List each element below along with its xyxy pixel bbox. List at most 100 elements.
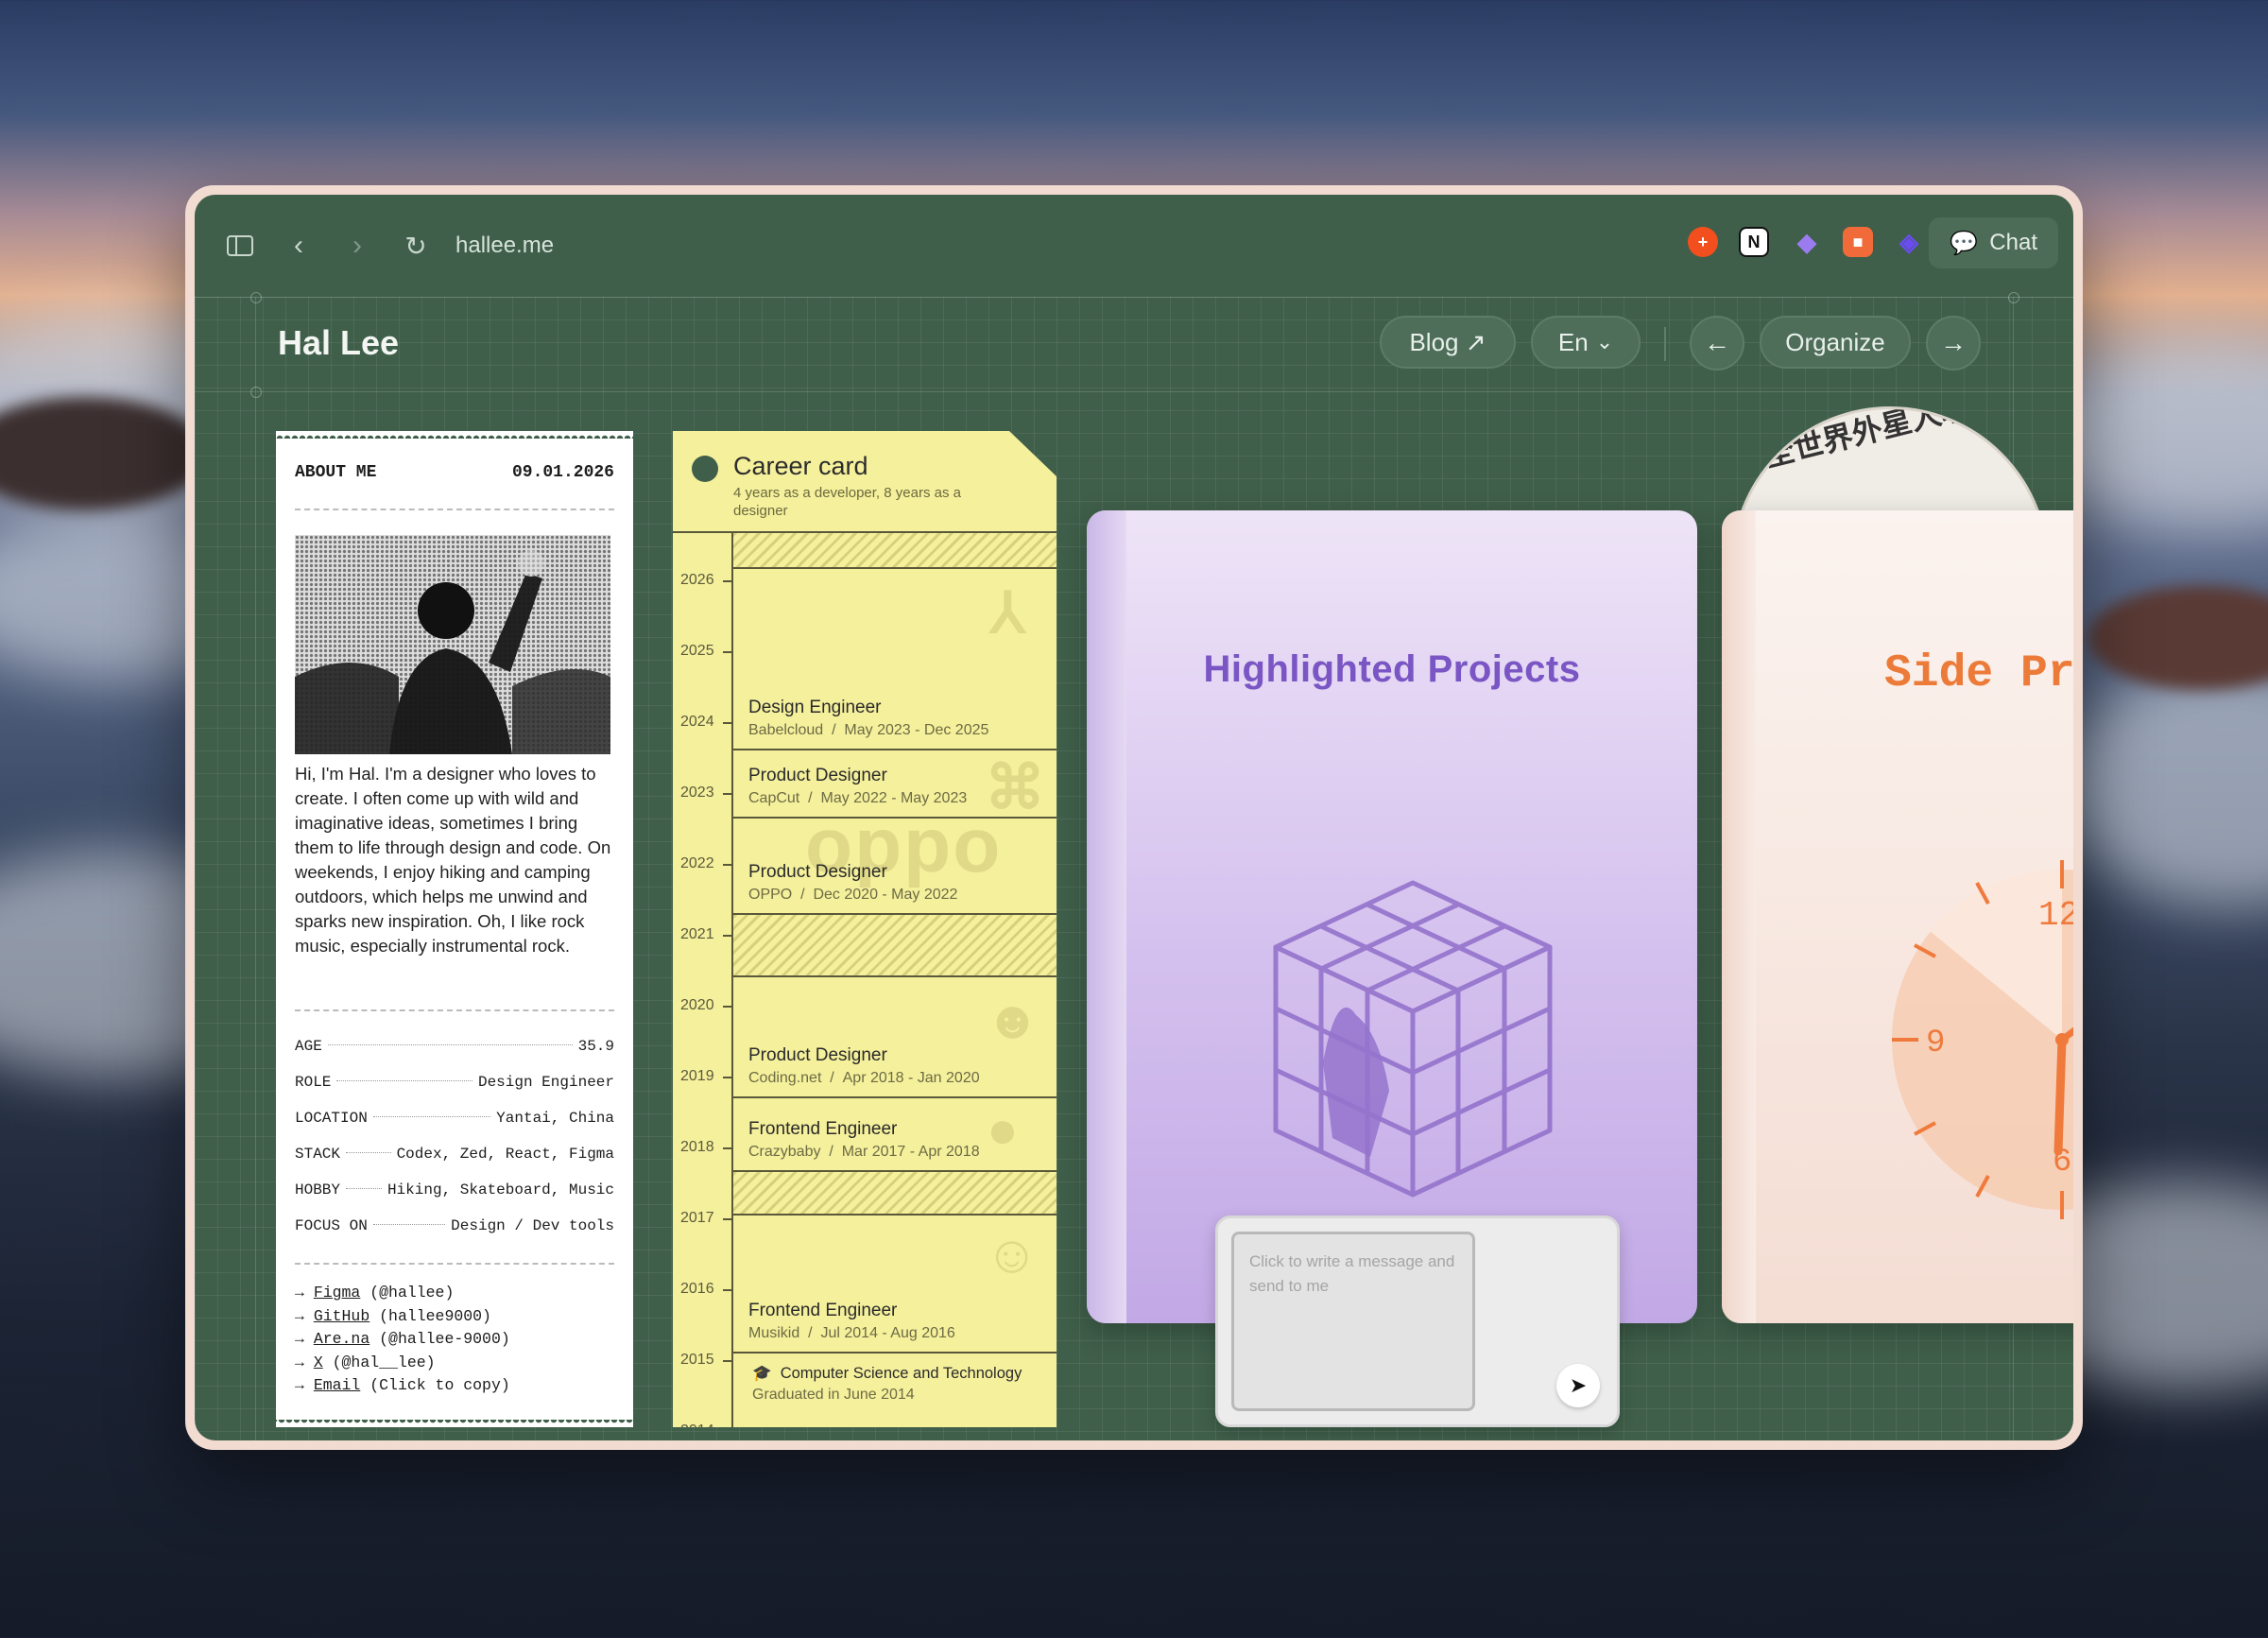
- figma-ext-icon[interactable]: +: [1688, 227, 1718, 257]
- crystal-ext-icon[interactable]: ◆: [1792, 227, 1822, 257]
- about-row-value: Design / Dev tools: [451, 1217, 614, 1234]
- career-job[interactable]: Design Engineer Babelcloud / May 2023 - …: [748, 698, 1047, 739]
- organize-button[interactable]: Organize: [1760, 316, 1911, 369]
- arrow-right-icon: →: [295, 1284, 304, 1302]
- language-select[interactable]: En ⌄: [1531, 316, 1641, 369]
- timeline-year: 2023: [680, 785, 714, 801]
- social-link[interactable]: → Figma (@hallee): [295, 1282, 614, 1305]
- about-row: ROLE Design Engineer: [295, 1064, 614, 1100]
- timeline-year: 2025: [680, 643, 714, 659]
- arrow-right-icon: →: [295, 1353, 304, 1371]
- social-link-name[interactable]: Are.na: [314, 1330, 369, 1348]
- reload-icon[interactable]: ↻: [397, 227, 435, 265]
- timeline-year: 2015: [680, 1352, 714, 1368]
- clock-icon: 12 9 6: [1892, 860, 2073, 1219]
- highlighted-projects-title: Highlighted Projects: [1203, 648, 1581, 690]
- side-projects-title: Side Pro: [1884, 648, 2073, 699]
- about-bio: Hi, I'm Hal. I'm a designer who loves to…: [295, 764, 611, 956]
- chat-bubble-icon: 💬: [1950, 230, 1979, 256]
- about-row-value: 35.9: [577, 1038, 614, 1055]
- career-dot-icon: [692, 456, 718, 482]
- arrow-right-icon: →: [295, 1330, 304, 1348]
- musikid-logo-icon: ☺: [985, 1224, 1040, 1284]
- social-link[interactable]: → Are.na (@hallee-9000): [295, 1328, 614, 1352]
- coding-logo-icon: ☻: [985, 990, 1040, 1049]
- orange-ext-icon[interactable]: ■: [1843, 227, 1873, 257]
- social-links: → Figma (@hallee) → GitHub (hallee9000) → …: [295, 1282, 614, 1398]
- clock-label-12: 12: [2038, 896, 2073, 935]
- profile-photo: [295, 535, 610, 754]
- about-title: ABOUT ME: [295, 463, 377, 482]
- timeline-year: 2016: [680, 1281, 714, 1297]
- career-job[interactable]: Frontend Engineer Crazybaby / Mar 2017 -…: [748, 1119, 1047, 1161]
- message-input[interactable]: [1231, 1232, 1475, 1411]
- linear-ext-icon[interactable]: ◈: [1894, 227, 1924, 257]
- about-row-label: STACK: [295, 1146, 341, 1163]
- about-row-label: AGE: [295, 1038, 322, 1055]
- site-owner-name: Hal Lee: [278, 323, 400, 362]
- clock-label-9: 9: [1926, 1026, 1945, 1061]
- timeline-year: 2026: [680, 572, 714, 588]
- rubiks-cube-icon: [1273, 880, 1553, 1198]
- timeline-year: 2021: [680, 926, 714, 942]
- about-date: 09.01.2026: [511, 463, 614, 482]
- social-link-name[interactable]: GitHub: [314, 1307, 369, 1325]
- about-row-value: Hiking, Skateboard, Music: [387, 1181, 614, 1198]
- arrow-right-icon: →: [295, 1306, 304, 1325]
- about-stats: AGE 35.9 ROLE Design Engineer LOCATION Yantai…: [295, 1028, 614, 1244]
- send-icon: ➤: [1569, 1373, 1588, 1397]
- career-job[interactable]: Frontend Engineer Musikid / Jul 2014 - A…: [748, 1301, 1047, 1342]
- social-link[interactable]: → Email (Click to copy): [295, 1374, 614, 1398]
- career-title: Career card: [733, 452, 868, 480]
- chat-button[interactable]: 💬 Chat: [1929, 217, 2058, 268]
- forward-icon[interactable]: ›: [338, 227, 376, 265]
- sidebar-icon[interactable]: [221, 227, 259, 265]
- notion-ext-icon[interactable]: N: [1739, 227, 1769, 257]
- about-row-label: LOCATION: [295, 1110, 368, 1127]
- career-job[interactable]: Product Designer Coding.net / Apr 2018 -…: [748, 1045, 1047, 1087]
- highlighted-projects-card[interactable]: Highlighted Projects: [1087, 510, 1697, 1323]
- about-me-card[interactable]: ABOUT ME 09.01.2026 Hi, I'm Hal. I'm a d…: [276, 431, 633, 1427]
- social-link[interactable]: → X (@hal__lee): [295, 1352, 614, 1375]
- about-row-label: FOCUS ON: [295, 1217, 368, 1234]
- education-entry[interactable]: 🎓 Computer Science and Technology Gradua…: [752, 1365, 1047, 1404]
- social-link-name[interactable]: Email: [314, 1376, 361, 1394]
- chevron-down-icon: ⌄: [1595, 330, 1614, 353]
- social-link-handle: (Click to copy): [369, 1376, 510, 1394]
- arrow-right-icon: →: [295, 1376, 304, 1394]
- previous-arrow-button[interactable]: ←: [1690, 316, 1744, 371]
- about-row-value: Yantai, China: [496, 1110, 614, 1127]
- browser-content: ‹ › ↻ hallee.me + N ◆ ■ ◈ 💬 Chat Hal Lee…: [195, 195, 2073, 1440]
- send-button[interactable]: ➤: [1556, 1364, 1600, 1407]
- timeline-year: 2017: [680, 1210, 714, 1226]
- timeline-year: 2018: [680, 1139, 714, 1155]
- timeline-year: 2020: [680, 997, 714, 1013]
- message-card: ➤: [1215, 1216, 1620, 1427]
- career-job[interactable]: Product Designer OPPO / Dec 2020 - May 2…: [748, 862, 1047, 904]
- timeline-year: 2022: [680, 855, 714, 871]
- about-row: LOCATION Yantai, China: [295, 1100, 614, 1136]
- social-link[interactable]: → GitHub (hallee9000): [295, 1305, 614, 1329]
- side-projects-card[interactable]: Side Pro 12 9 6: [1722, 510, 2073, 1323]
- back-icon[interactable]: ‹: [280, 227, 318, 265]
- career-card[interactable]: Career card 4 years as a developer, 8 ye…: [673, 431, 1057, 1427]
- blog-button[interactable]: Blog ↗: [1380, 316, 1516, 369]
- browser-toolbar: ‹ › ↻ hallee.me + N ◆ ■ ◈ 💬 Chat: [195, 195, 2073, 297]
- social-link-handle: (@hal__lee): [332, 1353, 436, 1371]
- social-link-handle: (@hallee-9000): [379, 1330, 510, 1348]
- address-bar[interactable]: hallee.me: [455, 225, 554, 267]
- browser-window: ‹ › ↻ hallee.me + N ◆ ■ ◈ 💬 Chat Hal Lee…: [185, 185, 2083, 1450]
- babelcloud-logo-icon: ⅄: [990, 581, 1025, 645]
- social-link-name[interactable]: X: [314, 1354, 323, 1371]
- social-link-handle: (@hallee): [369, 1284, 455, 1302]
- social-link-name[interactable]: Figma: [314, 1284, 361, 1302]
- social-link-handle: (hallee9000): [379, 1306, 491, 1325]
- next-arrow-button[interactable]: →: [1926, 316, 1981, 371]
- about-row: STACK Codex, Zed, React, Figma: [295, 1136, 614, 1172]
- about-row: HOBBY Hiking, Skateboard, Music: [295, 1172, 614, 1208]
- career-subtitle: 4 years as a developer, 8 years as a des…: [733, 485, 961, 519]
- timeline-year: 2024: [680, 714, 714, 730]
- about-row-label: ROLE: [295, 1074, 332, 1091]
- timeline-year: 2019: [680, 1068, 714, 1084]
- about-row: AGE 35.9: [295, 1028, 614, 1064]
